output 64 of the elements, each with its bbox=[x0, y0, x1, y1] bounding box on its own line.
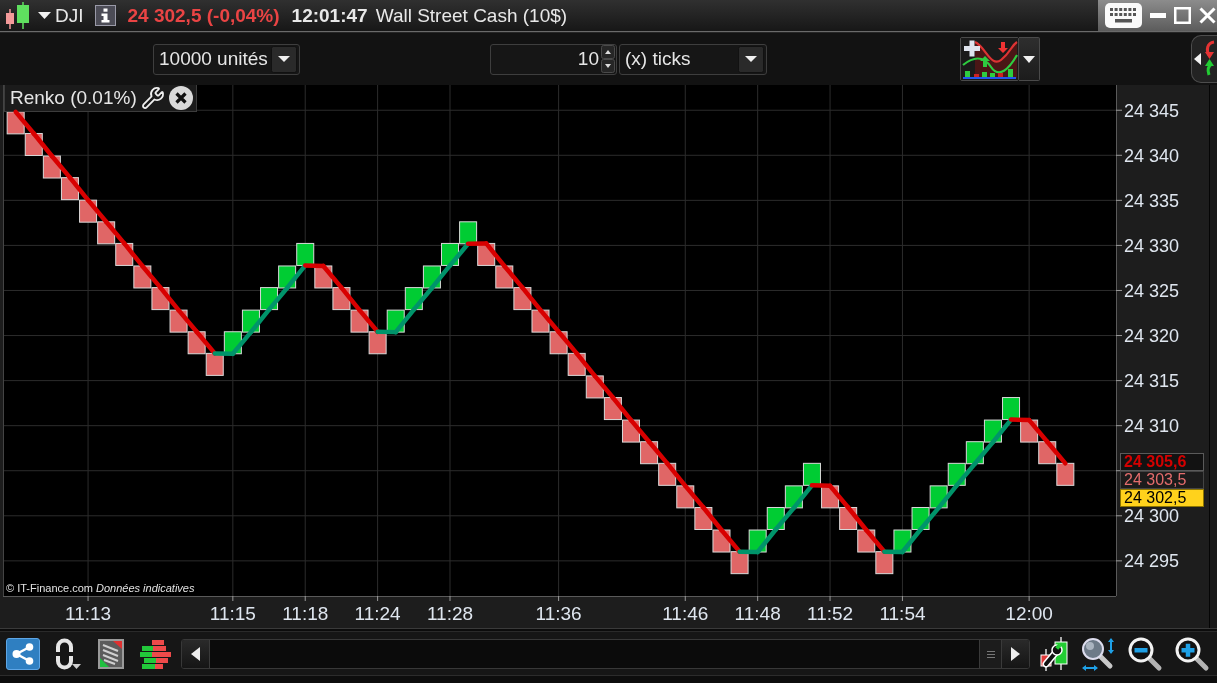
caret-icon[interactable] bbox=[38, 12, 51, 19]
time-axis-label: 11:18 bbox=[282, 603, 329, 624]
price-axis-label: 24 315 bbox=[1124, 371, 1180, 392]
time-axis-label: 11:15 bbox=[209, 603, 256, 624]
spinner-arrows-icon[interactable] bbox=[601, 45, 615, 73]
time-axis-label: 11:52 bbox=[807, 603, 854, 624]
candlestick-icon bbox=[4, 2, 31, 29]
price-axis-label: 24 300 bbox=[1124, 506, 1180, 527]
price-axis-label: 24 330 bbox=[1124, 235, 1180, 256]
indicator-menu-button[interactable] bbox=[1019, 37, 1040, 81]
candle-wrench-icon[interactable] bbox=[1039, 637, 1069, 671]
indicator-chart-icon bbox=[961, 38, 1018, 80]
price-tag: 24 302,5 bbox=[1120, 489, 1204, 507]
zoom-in-icon[interactable] bbox=[1175, 636, 1210, 672]
price-axis-label: 24 320 bbox=[1124, 326, 1180, 347]
time-axis-label: 11:46 bbox=[662, 603, 709, 624]
share-button[interactable] bbox=[6, 638, 40, 670]
price-axis-label: 24 345 bbox=[1124, 100, 1180, 121]
right-arrow-icon bbox=[1011, 647, 1020, 661]
price-axis-label: 24 340 bbox=[1124, 145, 1180, 166]
scrollbar-thumb[interactable] bbox=[979, 640, 1001, 668]
close-icon[interactable] bbox=[168, 86, 193, 110]
maximize-icon[interactable] bbox=[1174, 7, 1191, 24]
scroll-left-button[interactable] bbox=[182, 640, 210, 668]
time-axis-label: 11:28 bbox=[426, 603, 474, 624]
time-axis-label: 11:36 bbox=[535, 603, 582, 624]
indicator-button[interactable] bbox=[960, 37, 1019, 81]
time-axis-label: 11:54 bbox=[879, 603, 926, 624]
price-axis-label: 24 295 bbox=[1124, 551, 1180, 572]
price-tag: 24 305,6 bbox=[1120, 453, 1204, 471]
time-axis-label: 11:13 bbox=[65, 603, 112, 624]
keyboard-icon[interactable] bbox=[1105, 3, 1142, 28]
indicator-label: Renko (0.01%) bbox=[10, 87, 137, 109]
zoom-out-icon[interactable] bbox=[1128, 636, 1163, 672]
quantity-dropdown[interactable]: 10000 unités bbox=[153, 43, 300, 75]
grip-icon bbox=[986, 650, 995, 658]
left-arrow-icon bbox=[191, 647, 200, 661]
zoom-fit-icon[interactable] bbox=[1081, 636, 1116, 672]
price-axis-label: 24 325 bbox=[1124, 281, 1180, 301]
interval-unit-dropdown[interactable]: (x) ticks bbox=[619, 43, 767, 75]
time-axis-label: 11:24 bbox=[354, 603, 401, 624]
info-icon[interactable] bbox=[94, 5, 116, 26]
bricks-button[interactable] bbox=[138, 638, 172, 670]
caret-icon[interactable] bbox=[271, 45, 297, 73]
instrument-name: Wall Street Cash (10$) bbox=[375, 4, 568, 27]
share-icon bbox=[12, 643, 34, 665]
caret-icon[interactable] bbox=[738, 45, 764, 73]
side-panel-tab[interactable] bbox=[1191, 35, 1217, 83]
document-icon bbox=[98, 639, 124, 669]
data-source-note: © IT-Finance.com Données indicatives bbox=[6, 582, 195, 594]
price-axis-label: 24 310 bbox=[1124, 416, 1180, 437]
bricks-icon bbox=[139, 639, 171, 669]
time-axis-label: 12:00 bbox=[1005, 603, 1053, 624]
price-axis-label: 24 335 bbox=[1124, 190, 1180, 211]
price-quote: 24 302,5 (-0,04%) bbox=[127, 4, 280, 27]
interval-input[interactable]: 10 bbox=[490, 43, 617, 75]
time-axis-label: 11:48 bbox=[734, 603, 781, 624]
symbol-label: DJI bbox=[55, 4, 84, 27]
quote-time: 12:01:47 bbox=[291, 4, 368, 27]
caret-icon bbox=[1023, 55, 1035, 63]
scroll-right-button[interactable] bbox=[1001, 640, 1029, 668]
chain-icon bbox=[53, 638, 81, 670]
wrench-icon[interactable] bbox=[140, 86, 165, 110]
price-tag: 24 303,5 bbox=[1120, 471, 1204, 489]
